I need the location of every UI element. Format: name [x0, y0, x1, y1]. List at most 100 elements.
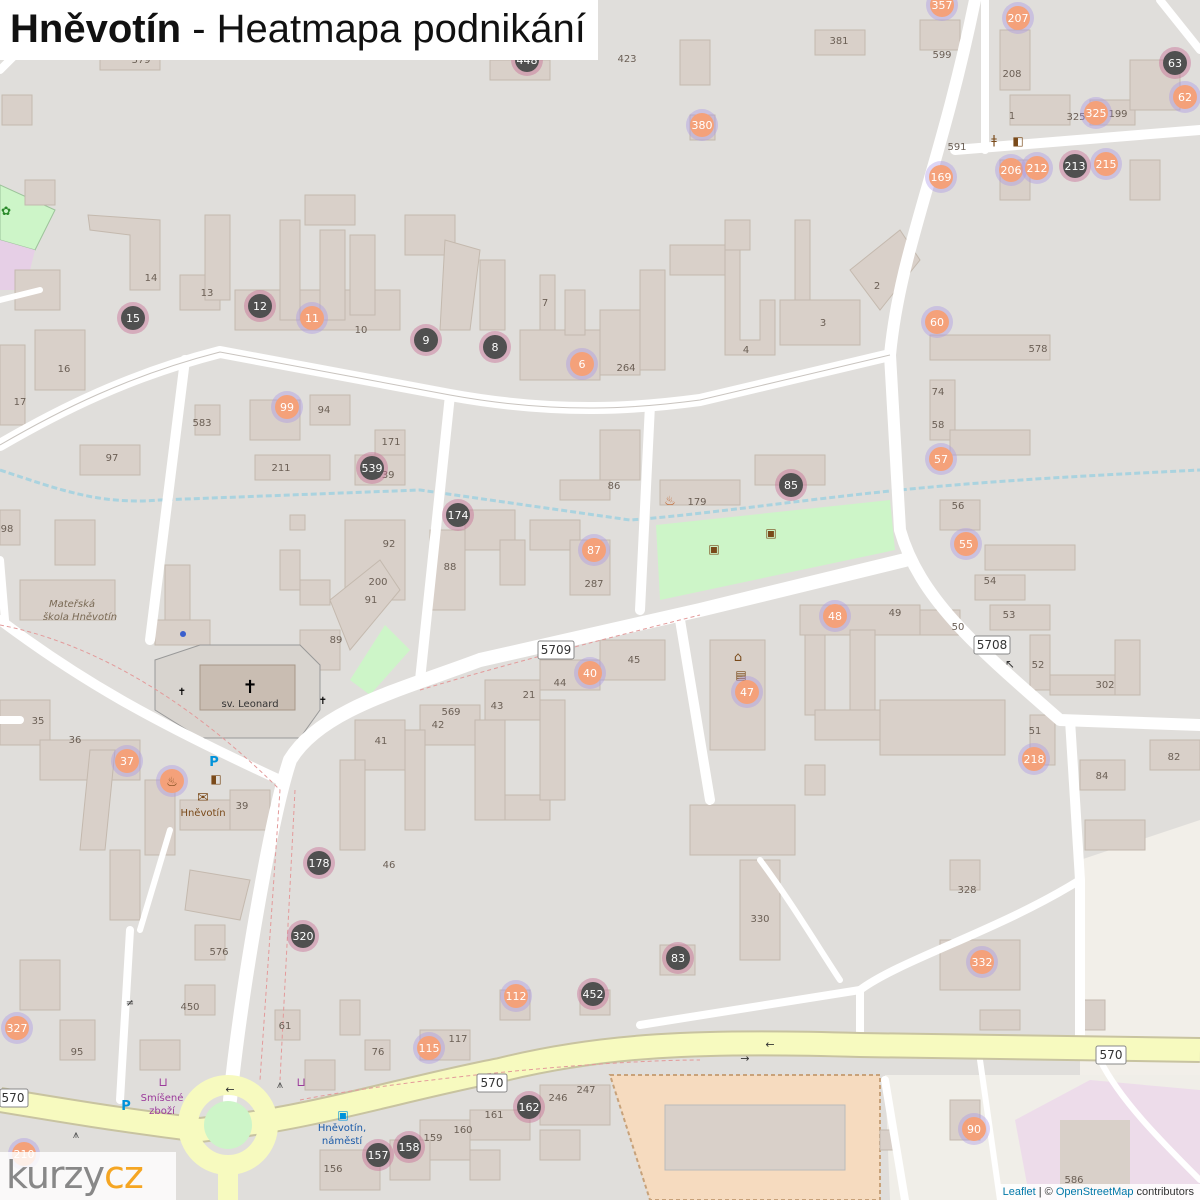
direction-arrow-icon: ← [225, 1083, 234, 1096]
house-number: 159 [423, 1133, 442, 1144]
place-label: škola Hněvotín [43, 611, 117, 623]
house-number: 21 [523, 690, 536, 701]
parking-icon: P [209, 755, 219, 770]
heat-marker[interactable]: 9 [410, 324, 442, 356]
house-number: 208 [1002, 69, 1021, 80]
house-number: 302 [1095, 680, 1114, 691]
cross-icon: ✝ [178, 687, 186, 698]
house-number: 91 [365, 595, 378, 606]
kurzy-logo[interactable]: kurzycz [0, 1152, 176, 1200]
heat-marker[interactable]: 12 [244, 290, 276, 322]
heat-marker[interactable]: 213 [1059, 150, 1091, 182]
heat-marker[interactable]: 325 [1080, 97, 1112, 129]
heat-marker[interactable]: 169 [925, 161, 957, 193]
heat-marker[interactable]: 162 [513, 1091, 545, 1123]
heat-marker[interactable]: 215 [1090, 148, 1122, 180]
house-number: 52 [1032, 660, 1045, 671]
heat-marker[interactable]: 218 [1018, 743, 1050, 775]
leaflet-link[interactable]: Leaflet [1003, 1186, 1036, 1198]
house-number: 583 [192, 418, 211, 429]
heat-marker[interactable]: 332 [966, 946, 998, 978]
heat-marker-count: 213 [1065, 160, 1086, 173]
place-label: Mateřská [49, 598, 95, 610]
memorial-icon: ǂ [991, 133, 997, 147]
house-number: 58 [932, 420, 945, 431]
house-number: 50 [952, 622, 965, 633]
heat-marker[interactable]: 178 [303, 847, 335, 879]
house-number: 246 [548, 1093, 567, 1104]
heat-marker[interactable]: 327 [1, 1012, 33, 1044]
memorial-icon: ▣ [765, 526, 776, 540]
heat-marker[interactable]: 157 [362, 1139, 394, 1171]
house-number: 328 [957, 885, 976, 896]
heat-marker[interactable]: 85 [775, 469, 807, 501]
post-office-icon: ✉ [197, 790, 209, 806]
house-number: 578 [1028, 344, 1047, 355]
house-number: 51 [1029, 726, 1042, 737]
restaurant-icon: ♨ [166, 775, 178, 790]
heat-marker[interactable]: 158 [393, 1131, 425, 1163]
heat-marker-count: 37 [120, 755, 134, 768]
heat-marker[interactable]: 60 [921, 306, 953, 338]
house-number: 45 [628, 655, 641, 666]
house-number: 200 [368, 577, 387, 588]
heat-marker-count: 83 [671, 952, 685, 965]
house-number: 74 [932, 387, 945, 398]
heat-marker[interactable]: 15 [117, 302, 149, 334]
house-number: 264 [616, 363, 635, 374]
heat-marker[interactable]: ♨ [156, 765, 188, 797]
heat-marker[interactable]: 207 [1002, 2, 1034, 34]
memorial-icon: ▣ [708, 542, 719, 556]
heat-marker[interactable]: 87 [578, 534, 610, 566]
heat-marker-count: 206 [1001, 164, 1022, 177]
house-number: 35 [32, 716, 45, 727]
heat-marker[interactable]: 57 [925, 443, 957, 475]
heat-marker[interactable]: 6 [566, 348, 598, 380]
house-number: 39 [236, 801, 249, 812]
post-office-label: Hněvotín [180, 807, 225, 819]
map-attribution: Leaflet | © OpenStreetMap contributors [996, 1184, 1200, 1200]
heat-marker[interactable]: 37 [111, 745, 143, 777]
heat-marker[interactable]: 99 [271, 391, 303, 423]
heat-marker[interactable]: 115 [413, 1032, 445, 1064]
heat-marker[interactable]: 8 [479, 331, 511, 363]
heat-marker-count: 357 [932, 0, 953, 12]
heat-marker[interactable]: 47 [731, 676, 763, 708]
road-shield-570: 570 [1100, 1048, 1123, 1062]
heat-marker[interactable]: 40 [574, 657, 606, 689]
heat-marker[interactable]: 452 [577, 978, 609, 1010]
heat-marker[interactable]: 62 [1169, 81, 1200, 113]
heat-marker[interactable]: 112 [500, 980, 532, 1012]
heat-marker[interactable]: 380 [686, 109, 718, 141]
heat-marker-count: 57 [934, 453, 948, 466]
heat-marker[interactable]: 63 [1159, 47, 1191, 79]
heat-marker-count: 9 [423, 334, 430, 347]
heat-marker[interactable]: 83 [662, 942, 694, 974]
heat-marker-count: 169 [931, 171, 952, 184]
osm-link[interactable]: OpenStreetMap [1056, 1186, 1134, 1198]
heat-marker-count: 162 [519, 1101, 540, 1114]
house-number: 89 [330, 635, 343, 646]
heat-marker-count: 174 [448, 509, 469, 522]
shop-basket-icon: ⊔ [158, 1075, 167, 1089]
house-number: 1 [1009, 111, 1015, 122]
title-village: Hněvotín [10, 7, 182, 51]
heat-marker[interactable]: 11 [296, 302, 328, 334]
heat-marker[interactable]: 90 [958, 1113, 990, 1145]
house-number: 4 [743, 345, 749, 356]
heat-marker[interactable]: 55 [950, 528, 982, 560]
heat-marker[interactable]: 174 [442, 499, 474, 531]
house-number: 330 [750, 914, 769, 925]
heat-marker-count: 40 [583, 667, 597, 680]
heat-marker[interactable]: 320 [287, 920, 319, 952]
house-number: 591 [947, 142, 966, 153]
heat-marker[interactable]: 48 [819, 600, 851, 632]
heat-marker-count: 218 [1024, 753, 1045, 766]
map-canvas[interactable]: 5709 5708 570 570 570 Mateřská škola Hně… [0, 0, 1200, 1200]
house-number: 49 [889, 608, 902, 619]
heat-marker[interactable]: 539 [356, 452, 388, 484]
heat-marker[interactable]: 212 [1021, 152, 1053, 184]
library-icon: ◧ [1012, 134, 1023, 148]
heat-marker-count: 90 [967, 1123, 981, 1136]
house-number: 10 [355, 325, 368, 336]
